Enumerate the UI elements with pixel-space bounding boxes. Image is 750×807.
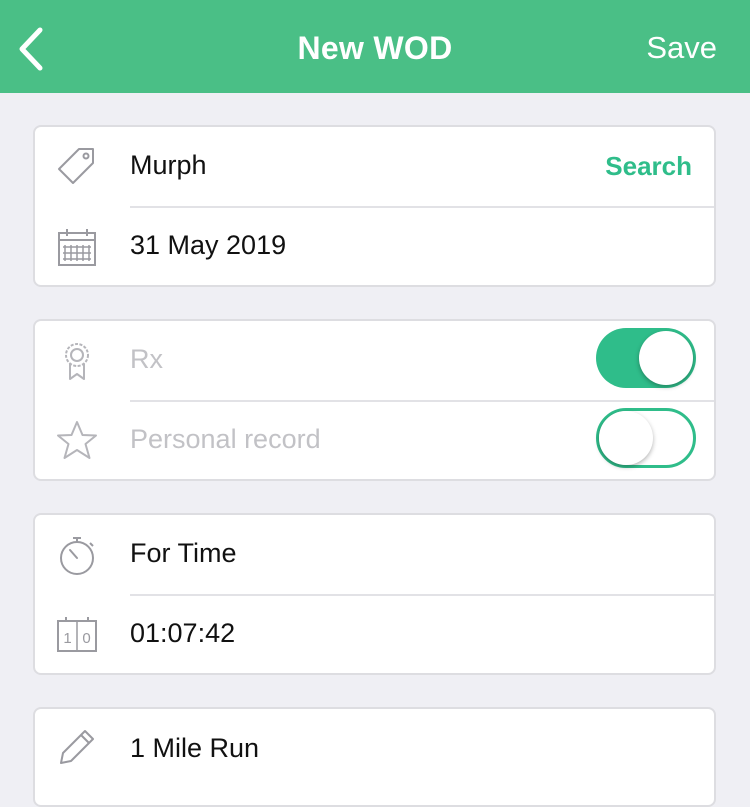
score-card: For Time 1 0 01:07:42 — [33, 513, 716, 675]
movement-label: 1 Mile Run — [130, 733, 260, 763]
award-ribbon-icon — [65, 343, 89, 380]
save-button[interactable]: Save — [646, 30, 717, 66]
star-icon — [57, 421, 97, 459]
rx-label: Rx — [130, 344, 163, 374]
wod-name-value: Murph — [130, 150, 207, 180]
nav-bar: New WOD Save — [0, 0, 750, 93]
svg-text:0: 0 — [82, 630, 90, 647]
calendar-icon — [58, 229, 96, 266]
tag-icon — [58, 148, 94, 184]
wod-date-value: 31 May 2019 — [130, 230, 287, 260]
score-type-value: For Time — [130, 538, 237, 568]
pencil-icon — [60, 730, 94, 764]
wod-info-card: Murph Search 31 May 2019 — [33, 125, 716, 287]
toggle-knob — [599, 411, 653, 465]
score-time-row[interactable]: 1 0 01:07:42 — [35, 594, 714, 675]
search-button[interactable]: Search — [605, 151, 692, 182]
page-title: New WOD — [297, 30, 453, 66]
toggle-knob — [639, 331, 693, 385]
flags-card: Rx Personal record — [33, 319, 716, 481]
wod-date-row[interactable]: 31 May 2019 — [35, 206, 714, 287]
personal-record-toggle[interactable] — [596, 408, 696, 468]
movement-row[interactable]: 1 Mile Run — [35, 709, 714, 789]
personal-record-row: Personal record — [35, 400, 714, 481]
personal-record-label: Personal record — [130, 424, 321, 454]
movements-card: 1 Mile Run — [33, 707, 716, 807]
score-type-row[interactable]: For Time — [35, 515, 714, 595]
score-time-value: 01:07:42 — [130, 618, 236, 648]
rx-toggle[interactable] — [596, 328, 696, 388]
stopwatch-icon — [60, 537, 94, 575]
wod-name-row[interactable]: Murph Search — [35, 127, 714, 207]
svg-text:1: 1 — [63, 630, 71, 647]
scoreboard-icon: 1 0 — [57, 617, 97, 652]
rx-row: Rx — [35, 321, 714, 401]
